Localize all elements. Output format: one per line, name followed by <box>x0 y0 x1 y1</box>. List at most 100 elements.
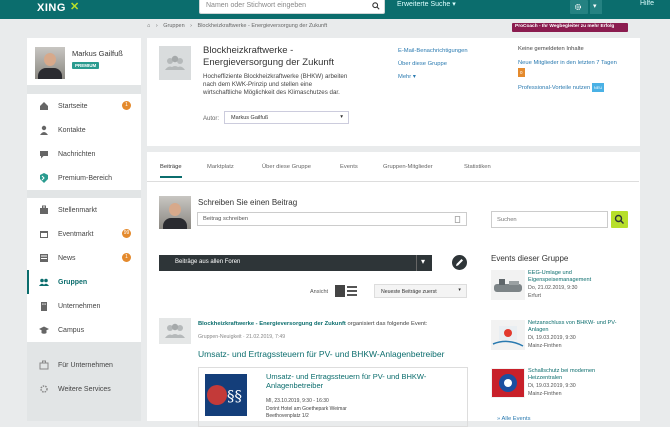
sound-protection-icon <box>492 369 524 397</box>
avatar[interactable] <box>159 196 191 229</box>
tab-gruppen-mitglieder[interactable]: Gruppen-Mitglieder <box>383 164 433 170</box>
group-avatar[interactable] <box>159 318 191 344</box>
pro-benefits-label: Professional-Vorteile nutzen <box>518 85 591 91</box>
event-date: Do, 21.02.2019, 9:30 <box>528 285 578 291</box>
companies-icon <box>39 301 49 311</box>
group-title: Blockheizkraftwerke - Energieversorgung … <box>203 45 334 68</box>
group-search-button[interactable] <box>611 211 628 228</box>
breadcrumb-item-groups[interactable]: Gruppen <box>163 23 184 29</box>
event-image: §§ <box>205 374 247 416</box>
sidebar-item-startseite[interactable]: Startseite 1 <box>27 94 141 118</box>
sidebar-item-kontakte[interactable]: Kontakte <box>27 118 141 142</box>
sidebar-item-eventmarkt[interactable]: Eventmarkt 99 <box>27 222 141 246</box>
profile-card[interactable]: Markus Gailfuß PREMIUM <box>27 38 141 85</box>
tab-marktplatz[interactable]: Marktplatz <box>207 164 234 170</box>
groups-icon <box>39 277 49 287</box>
post-meta: Blockheizkraftwerke - Energieversorgung … <box>198 321 470 327</box>
paragraph-icon: §§ <box>205 374 247 416</box>
news-icon <box>39 253 49 263</box>
post-input[interactable]: Beitrag schreiben <box>197 212 467 226</box>
messages-icon <box>39 149 49 159</box>
event-list-item[interactable]: EEG-Umlage und Eigenspeisemanagement Do,… <box>491 270 631 306</box>
breadcrumb-separator: › <box>155 23 158 29</box>
avatar[interactable] <box>35 47 65 79</box>
sidebar-nav-main: Startseite 1 Kontakte Nachrichten Premium… <box>27 94 141 190</box>
event-list-item[interactable]: Schallschutz bei modernen Heizzentralen … <box>491 368 631 408</box>
notification-badge: 1 <box>122 101 131 110</box>
sidebar-nav-extra: Für Unternehmen Weitere Services <box>27 353 141 401</box>
tab-ueber-gruppe[interactable]: Über diese Gruppe <box>262 164 311 170</box>
post-group-link[interactable]: Blockheizkraftwerke - Energieversorgung … <box>198 321 346 327</box>
all-events-link[interactable]: » Alle Events <box>497 416 531 422</box>
sidebar-item-gruppen[interactable]: Gruppen <box>27 270 141 294</box>
about-group-link[interactable]: Über diese Gruppe <box>398 58 468 71</box>
settings-button[interactable] <box>570 0 588 14</box>
new-members-label: Neue Mitglieder in den letzten 7 Tagen <box>518 60 617 66</box>
sidebar-item-unternehmen[interactable]: Unternehmen <box>27 294 141 318</box>
pro-benefits-link[interactable]: Professional-Vorteile nutzen NEU <box>518 83 623 93</box>
sidebar-item-premium[interactable]: Premium-Bereich <box>27 166 141 190</box>
search-placeholder: Namen oder Stichwort eingeben <box>206 2 307 9</box>
sidebar-item-news[interactable]: News 1 <box>27 246 141 270</box>
jobs-icon <box>39 205 49 215</box>
sidebar-item-label: Stellenmarkt <box>58 206 97 214</box>
event-date: Di, 19.03.2019, 9:30 <box>528 383 576 389</box>
sidebar-item-label: Nachrichten <box>58 150 96 158</box>
tab-statistiken[interactable]: Statistiken <box>464 164 491 170</box>
help-link[interactable]: Hilfe <box>640 0 654 7</box>
event-card[interactable]: §§ Umsatz- und Ertragssteuern für PV- un… <box>198 367 468 427</box>
xing-logo-mark: ✕ <box>70 1 80 13</box>
pencil-icon <box>456 259 463 266</box>
sidebar-item-nachrichten[interactable]: Nachrichten <box>27 142 141 166</box>
contacts-icon <box>39 125 49 135</box>
sidebar-item-campus[interactable]: Campus <box>27 318 141 342</box>
author-select[interactable]: Markus Gailfuß ▾ <box>224 111 349 124</box>
xing-logo[interactable]: XING <box>37 2 66 14</box>
sidebar-item-fuer-unternehmen[interactable]: Für Unternehmen <box>27 353 141 377</box>
group-header-card: Blockheizkraftwerke - Energieversorgung … <box>147 38 640 146</box>
group-search-input[interactable]: Suchen <box>491 211 608 228</box>
breadcrumb-separator: › <box>190 23 193 29</box>
tab-beitraege[interactable]: Beiträge <box>160 164 182 178</box>
event-title-link[interactable]: EEG-Umlage und Eigenspeisemanagement <box>528 270 628 284</box>
event-list-item[interactable]: Netzanschluss von BHKW- und PV-Anlagen D… <box>491 320 631 356</box>
search-input[interactable]: Namen oder Stichwort eingeben <box>199 0 385 14</box>
event-title-link[interactable]: Schallschutz bei modernen Heizzentralen <box>528 368 628 382</box>
event-date: Di, 19.03.2019, 9:30 <box>528 335 576 341</box>
sidebar-item-label: Gruppen <box>58 278 88 286</box>
tab-events[interactable]: Events <box>340 164 358 170</box>
post-title-link[interactable]: Umsatz- und Ertragssteuern für PV- und B… <box>198 349 444 359</box>
edit-button[interactable] <box>452 255 467 270</box>
services-icon <box>39 384 49 394</box>
forum-filter-toggle[interactable]: ▾ <box>416 255 432 271</box>
grid-connection-icon <box>492 326 524 347</box>
new-members-link[interactable]: Neue Mitglieder in den letzten 7 Tagen 0 <box>518 59 623 78</box>
breadcrumb-item-group[interactable]: Blockheizkraftwerke - Energieversorgung … <box>198 23 328 29</box>
sidebar-item-stellenmarkt[interactable]: Stellenmarkt <box>27 198 141 222</box>
events-heading: Events dieser Gruppe <box>491 254 569 263</box>
search-icon[interactable] <box>372 2 380 10</box>
profile-name[interactable]: Markus Gailfuß <box>72 49 123 58</box>
new-badge: NEU <box>591 83 605 92</box>
author-label: Autor: <box>203 116 220 122</box>
forum-filter-dropdown[interactable]: Beiträge aus allen Foren ▾ <box>159 255 432 271</box>
sort-dropdown[interactable]: Neueste Beiträge zuerst ▾ <box>374 284 467 298</box>
event-title-link[interactable]: Netzanschluss von BHKW- und PV-Anlagen <box>528 320 628 334</box>
sidebar-item-label: Eventmarkt <box>58 230 94 238</box>
sidebar-item-weitere-services[interactable]: Weitere Services <box>27 377 141 401</box>
list-view-icon[interactable] <box>335 285 357 297</box>
advanced-search-link[interactable]: Erweiterte Suche ▾ <box>397 0 456 8</box>
more-link[interactable]: Mehr ▾ <box>398 71 468 84</box>
procoach-banner[interactable]: ProCoach - Ihr Wegbegleiter zu mehr Erfo… <box>512 23 628 32</box>
post-input-placeholder: Beitrag schreiben <box>203 216 249 222</box>
breadcrumb: ⌂ › Gruppen › Blockheizkraftwerke - Ener… <box>147 23 331 29</box>
chevron-down-icon: ▾ <box>458 287 461 293</box>
home-icon[interactable]: ⌂ <box>147 23 150 29</box>
attachment-icon[interactable] <box>454 216 461 223</box>
event-title-link[interactable]: Umsatz- und Ertragssteuern für PV- und B… <box>266 372 456 390</box>
email-notifications-link[interactable]: E-Mail-Benachrichtigungen <box>398 45 468 58</box>
composer-title: Schreiben Sie einen Beitrag <box>198 198 298 207</box>
gear-icon <box>574 3 582 11</box>
event-place: Mainz-Finthen <box>528 343 562 349</box>
settings-dropdown-button[interactable]: ▾ <box>590 0 602 14</box>
